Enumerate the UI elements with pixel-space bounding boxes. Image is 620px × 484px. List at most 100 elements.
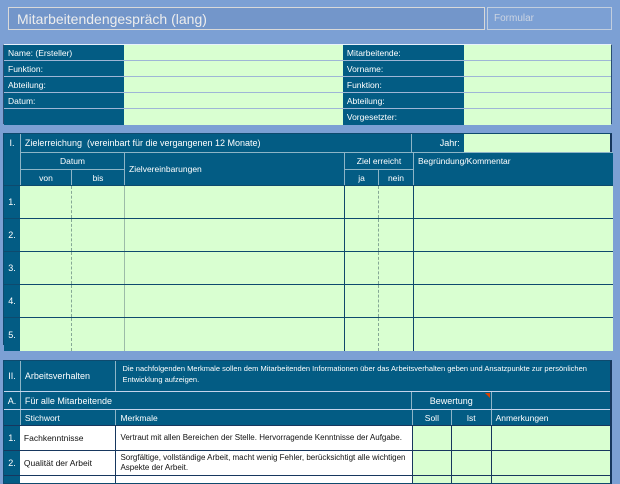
label-leer: [4, 109, 124, 125]
ja-input[interactable]: [344, 285, 378, 317]
zielvereinbarung-input[interactable]: [124, 318, 344, 351]
bewertung-spacer: [491, 392, 610, 409]
col-ja: ja: [344, 169, 378, 185]
mitarbeitende-field[interactable]: [464, 45, 611, 60]
bis-input[interactable]: [71, 252, 124, 284]
zielvereinbarung-input[interactable]: [124, 219, 344, 251]
bis-input[interactable]: [71, 219, 124, 251]
col-zielvereinbarungen: Zielvereinbarungen: [124, 152, 344, 185]
von-input[interactable]: [20, 186, 71, 218]
soll-input[interactable]: [412, 451, 451, 475]
merkmale-text: Sorgfältige, vollständige Arbeit, macht …: [120, 453, 412, 474]
form-row: Name: (Ersteller) Mitarbeitende:: [4, 45, 611, 61]
form-row: Funktion: Vorname:: [4, 61, 611, 77]
goal-row-number: 5.: [4, 318, 20, 351]
ja-input[interactable]: [344, 219, 378, 251]
von-input[interactable]: [20, 252, 71, 284]
section2-title: Arbeitsverhalten: [20, 361, 116, 391]
ja-input[interactable]: [344, 252, 378, 284]
vorgesetzter-field[interactable]: [464, 109, 611, 125]
ja-input[interactable]: [344, 318, 378, 351]
ist-input[interactable]: [451, 451, 491, 475]
stichwort-cell: Produktivität: [20, 476, 116, 484]
label-funktion-rechts: Funktion:: [343, 77, 465, 92]
merkmale-cell: Sorgfältige, vollständige Arbeit, macht …: [115, 451, 412, 475]
datum-field[interactable]: [124, 93, 343, 108]
col-anmerkungen: Anmerkungen: [491, 410, 610, 425]
begruendung-input[interactable]: [413, 285, 613, 317]
funktion-rechts-field[interactable]: [464, 77, 611, 92]
comment-marker-icon: [485, 393, 490, 398]
form-page: Mitarbeitendengespräch (lang) Formular N…: [0, 0, 620, 484]
anmerkungen-input[interactable]: [491, 451, 610, 475]
name-ersteller-field[interactable]: [124, 45, 343, 60]
label-abteilung-links: Abteilung:: [4, 77, 124, 92]
begruendung-input[interactable]: [413, 318, 613, 351]
subsection-a-title: Für alle Mitarbeitende: [20, 392, 411, 409]
merkmale-cell: Vertraut mit allen Bereichen der Stelle.…: [115, 426, 412, 450]
col-merkmale: Merkmale: [115, 410, 412, 425]
behavior-row-number: 1.: [4, 426, 20, 450]
bewertung-header: Bewertung: [411, 392, 491, 409]
bewertung-label: Bewertung: [430, 396, 473, 406]
behavior-row: 1. Fachkenntnisse Vertraut mit allen Ber…: [4, 425, 610, 450]
goal-row-number: 3.: [4, 252, 20, 284]
merkmale-cell: Erfüllt Anforderungen bezüglich Quantitä…: [115, 476, 412, 484]
goal-row: 3.: [4, 251, 613, 284]
col-stichwort: Stichwort: [20, 410, 116, 425]
goal-row: 2.: [4, 218, 613, 251]
merkmale-text: Vertraut mit allen Bereichen der Stelle.…: [120, 433, 402, 443]
behavior-row-number: 3.: [4, 476, 20, 484]
stichwort-cell: Fachkenntnisse: [20, 426, 116, 450]
soll-input[interactable]: [412, 426, 451, 450]
nein-input[interactable]: [378, 318, 413, 351]
von-input[interactable]: [20, 318, 71, 351]
label-abteilung-rechts: Abteilung:: [343, 93, 465, 108]
label-mitarbeitende: Mitarbeitende:: [343, 45, 465, 60]
jahr-field[interactable]: [464, 134, 610, 152]
zielvereinbarung-input[interactable]: [124, 252, 344, 284]
subsection-a-index: A.: [4, 392, 20, 409]
ist-input[interactable]: [451, 476, 491, 484]
anmerkungen-input[interactable]: [491, 476, 610, 484]
vorname-field[interactable]: [464, 61, 611, 76]
begruendung-input[interactable]: [413, 252, 613, 284]
section-arbeitsverhalten: II. Arbeitsverhalten Die nachfolgenden M…: [3, 360, 612, 484]
jahr-label: Jahr:: [411, 134, 464, 152]
bis-input[interactable]: [71, 285, 124, 317]
begruendung-input[interactable]: [413, 219, 613, 251]
zielvereinbarung-input[interactable]: [124, 285, 344, 317]
stichwort-cell: Qualität der Arbeit: [20, 451, 116, 475]
leer-field[interactable]: [124, 109, 343, 125]
behavior-row: 2. Qualität der Arbeit Sorgfältige, voll…: [4, 450, 610, 475]
bis-input[interactable]: [71, 318, 124, 351]
section2-description: Die nachfolgenden Merkmale sollen dem Mi…: [115, 361, 610, 391]
goals-table-header: Datum von bis Zielvereinbarungen Ziel er…: [4, 152, 613, 185]
label-funktion-links: Funktion:: [4, 61, 124, 76]
von-input[interactable]: [20, 285, 71, 317]
bis-input[interactable]: [71, 186, 124, 218]
form-row: Abteilung: Funktion:: [4, 77, 611, 93]
soll-input[interactable]: [412, 476, 451, 484]
ja-input[interactable]: [344, 186, 378, 218]
label-vorname: Vorname:: [343, 61, 465, 76]
nein-input[interactable]: [378, 219, 413, 251]
section2-description-text: Die nachfolgenden Merkmale sollen dem Mi…: [116, 361, 610, 389]
abteilung-rechts-field[interactable]: [464, 93, 611, 108]
section1-index: I.: [4, 134, 20, 152]
ist-input[interactable]: [451, 426, 491, 450]
zielvereinbarung-input[interactable]: [124, 186, 344, 218]
anmerkungen-input[interactable]: [491, 426, 610, 450]
nein-input[interactable]: [378, 252, 413, 284]
nein-input[interactable]: [378, 186, 413, 218]
form-row: Datum: Abteilung:: [4, 93, 611, 109]
von-input[interactable]: [20, 219, 71, 251]
formular-badge: Formular: [487, 7, 612, 30]
page-title: Mitarbeitendengespräch (lang): [8, 7, 485, 30]
abteilung-links-field[interactable]: [124, 77, 343, 92]
begruendung-input[interactable]: [413, 186, 613, 218]
funktion-links-field[interactable]: [124, 61, 343, 76]
col-ist: Ist: [451, 410, 491, 425]
goal-row: 5.: [4, 317, 613, 351]
nein-input[interactable]: [378, 285, 413, 317]
